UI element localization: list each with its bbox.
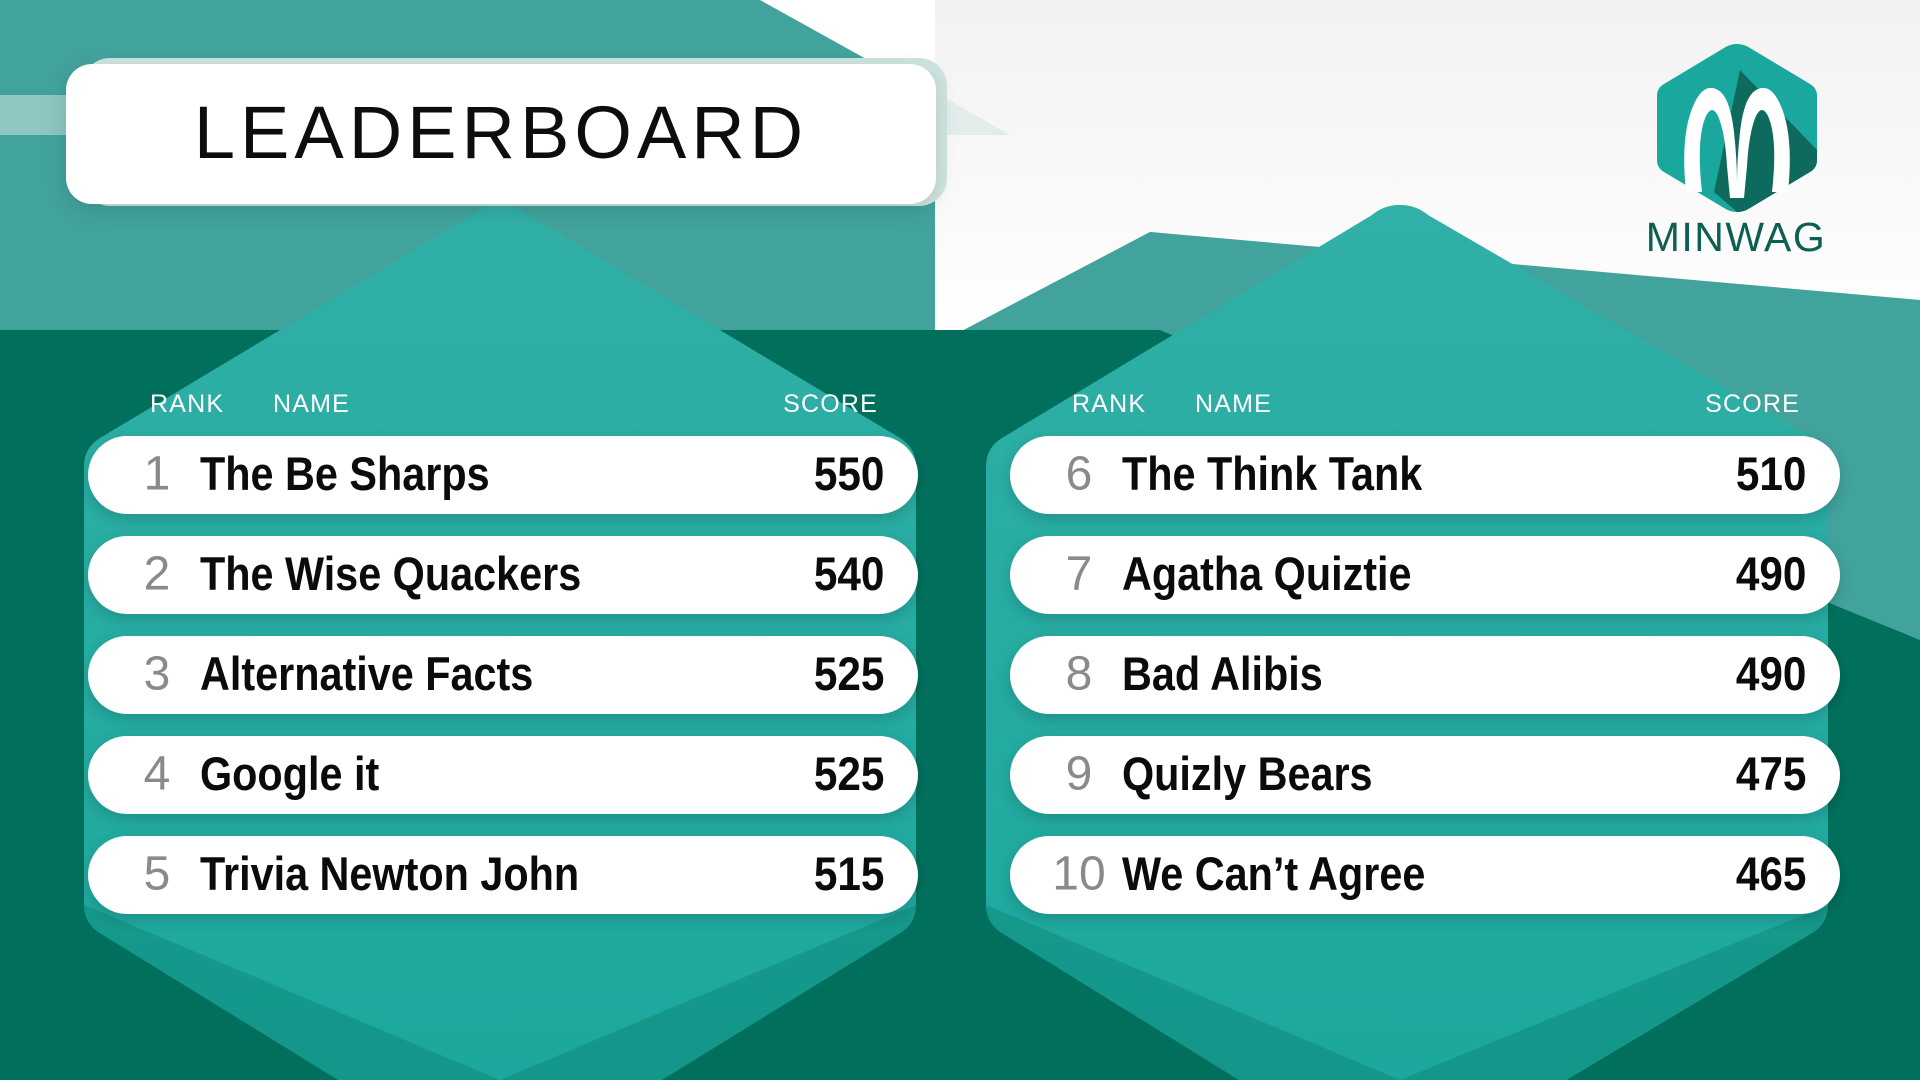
row-score: 525 [813,746,884,800]
row-rank: 8 [1065,647,1093,701]
row-name: Google it [200,746,380,800]
row-name: The Wise Quackers [200,546,582,600]
row-name: Quizly Bears [1122,746,1373,800]
header-rank: RANK [150,390,225,418]
row-rank: 7 [1065,547,1093,601]
row-rank: 2 [143,547,171,601]
row-name: The Be Sharps [200,446,490,500]
brand-logo: MINWAG [1618,42,1854,264]
row-score: 490 [1735,646,1806,700]
row-name: Bad Alibis [1122,646,1323,700]
row-name: We Can’t Agree [1122,846,1426,900]
row-rank: 10 [1052,847,1106,901]
table-row[interactable]: 3 Alternative Facts 525 [88,636,918,714]
leaderboard-slide: LEADERBOARD MINWAG RANK NAME SCORE 1 The… [0,0,1920,1080]
title-pill: LEADERBOARD [66,64,936,204]
brand-name: MINWAG [1645,214,1827,260]
header-score: SCORE [1705,390,1800,418]
row-score: 475 [1735,746,1806,800]
row-score: 525 [813,646,884,700]
column-header-row: RANK NAME SCORE [1010,390,1840,424]
row-rank: 6 [1065,447,1093,501]
row-rank: 4 [143,747,171,801]
row-rank: 3 [143,647,171,701]
header-rank: RANK [1072,390,1147,418]
table-row[interactable]: 6 The Think Tank 510 [1010,436,1840,514]
page-title: LEADERBOARD [193,90,809,174]
row-score: 515 [813,846,884,900]
table-row[interactable]: 10 We Can’t Agree 465 [1010,836,1840,914]
header-name: NAME [273,390,351,418]
leaderboard-column-left: RANK NAME SCORE 1 The Be Sharps 550 2 Th… [88,390,918,936]
row-score: 550 [813,446,884,500]
table-row[interactable]: 8 Bad Alibis 490 [1010,636,1840,714]
header-score: SCORE [783,390,878,418]
row-score: 510 [1735,446,1806,500]
column-header-row: RANK NAME SCORE [88,390,918,424]
table-row[interactable]: 4 Google it 525 [88,736,918,814]
row-name: Alternative Facts [200,646,534,700]
row-name: The Think Tank [1122,446,1423,500]
table-row[interactable]: 7 Agatha Quiztie 490 [1010,536,1840,614]
table-row[interactable]: 2 The Wise Quackers 540 [88,536,918,614]
row-score: 490 [1735,546,1806,600]
row-name: Trivia Newton John [200,846,580,900]
leaderboard-column-right: RANK NAME SCORE 6 The Think Tank 510 7 A… [1010,390,1840,936]
table-row[interactable]: 9 Quizly Bears 475 [1010,736,1840,814]
minwag-hexagon-icon [1657,44,1817,212]
row-score: 465 [1735,846,1806,900]
table-row[interactable]: 1 The Be Sharps 550 [88,436,918,514]
row-rank: 1 [143,447,171,501]
header-name: NAME [1195,390,1273,418]
row-score: 540 [813,546,884,600]
row-rank: 5 [143,847,171,901]
table-row[interactable]: 5 Trivia Newton John 515 [88,836,918,914]
row-name: Agatha Quiztie [1122,546,1412,600]
row-rank: 9 [1065,747,1093,801]
